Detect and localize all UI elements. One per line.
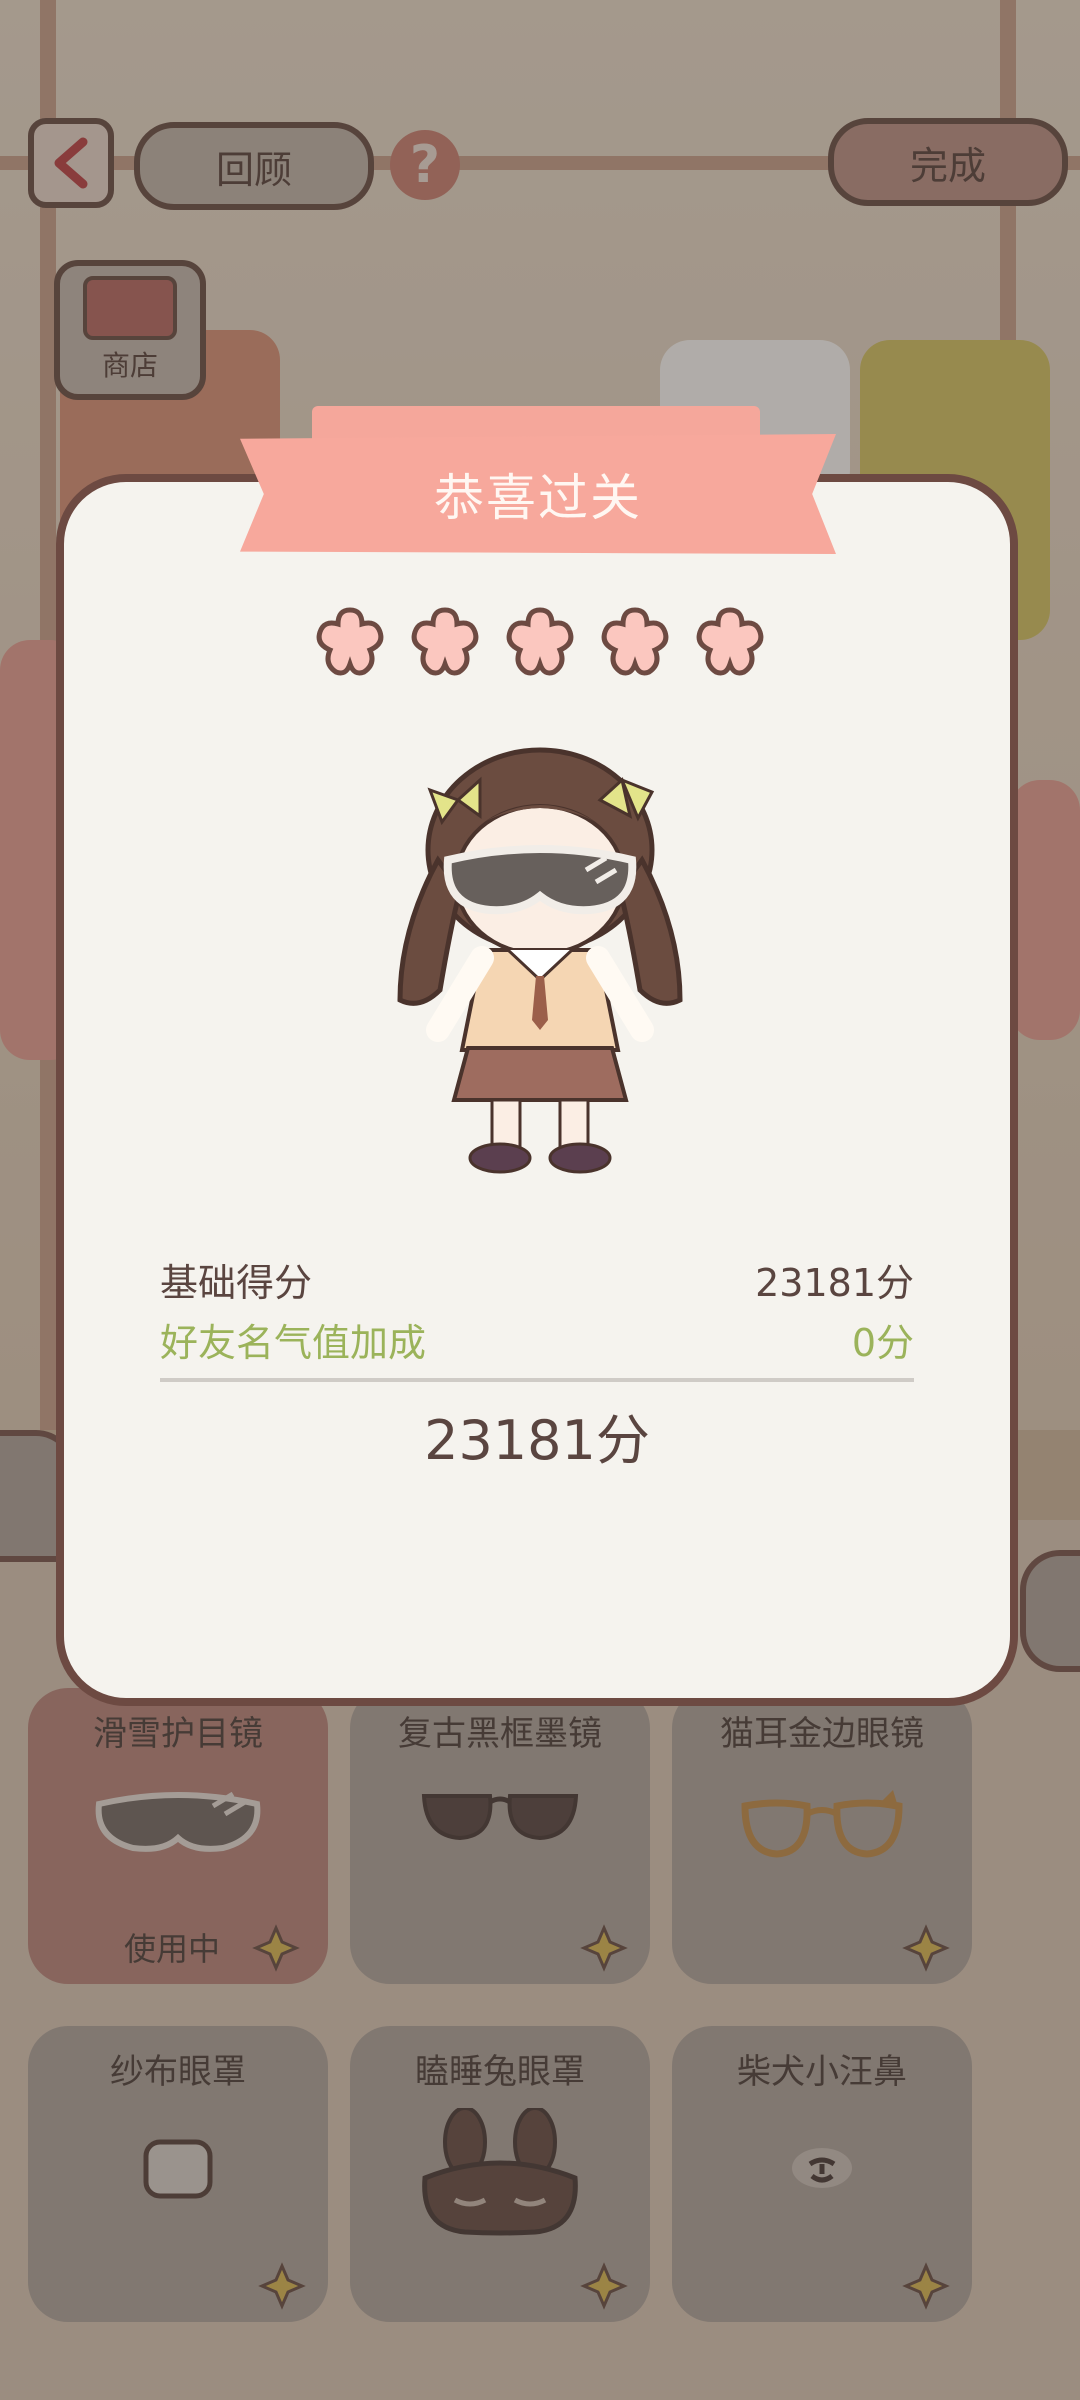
flower-star-icon: [411, 607, 479, 676]
flower-star-icon: [601, 607, 669, 676]
flower-star-icon: [316, 607, 384, 676]
base-score-row: 基础得分 23181分: [160, 1252, 914, 1307]
base-score-value: 23181分: [755, 1261, 914, 1305]
base-score-label: 基础得分: [160, 1261, 313, 1305]
flower-star-icon: [696, 607, 764, 676]
bonus-value: 0分: [851, 1321, 914, 1365]
title-ribbon: 恭喜过关: [240, 434, 836, 554]
flower-star-icon: [506, 607, 574, 676]
dialog-title: 恭喜过关: [434, 469, 642, 527]
total-score: 23181分: [424, 1409, 650, 1472]
score-divider: [160, 1378, 914, 1382]
bonus-label: 好友名气值加成: [160, 1321, 427, 1365]
star-rating: [312, 604, 768, 680]
bonus-score-row: 好友名气值加成 0分: [160, 1312, 914, 1367]
dressed-character: [397, 747, 683, 1174]
